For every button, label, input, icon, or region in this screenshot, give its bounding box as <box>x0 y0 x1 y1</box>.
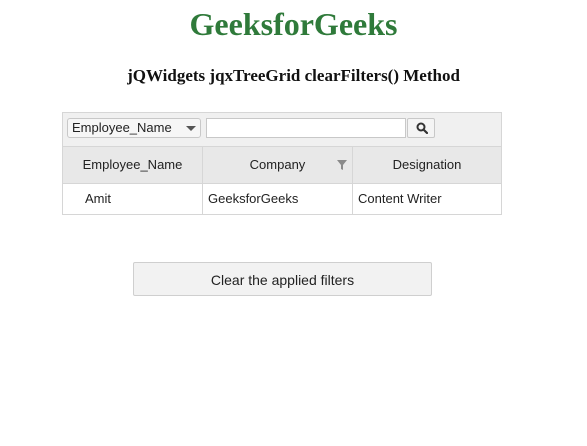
table-row[interactable]: Amit GeeksforGeeks Content Writer <box>63 184 501 214</box>
clear-filters-button[interactable]: Clear the applied filters <box>133 262 432 296</box>
chevron-down-icon <box>186 126 196 131</box>
search-icon <box>416 122 428 134</box>
filter-search-input[interactable] <box>206 118 406 138</box>
grid-header: Employee_Name Company Designation <box>63 147 501 184</box>
tree-grid: Employee_Name Employee_Name Company Desi… <box>62 112 502 215</box>
column-header-employee-name[interactable]: Employee_Name <box>63 147 203 183</box>
table-cell-employee-name: Amit <box>63 184 203 214</box>
filter-bar: Employee_Name <box>63 113 501 147</box>
filter-column-value: Employee_Name <box>72 120 172 135</box>
filter-icon[interactable] <box>336 159 348 171</box>
column-header-designation[interactable]: Designation <box>353 147 501 183</box>
search-button[interactable] <box>407 118 435 138</box>
column-header-label: Employee_Name <box>82 157 183 172</box>
table-cell-company: GeeksforGeeks <box>203 184 353 214</box>
table-cell-designation: Content Writer <box>358 191 442 206</box>
page-title: GeeksforGeeks <box>189 6 398 42</box>
column-header-company[interactable]: Company <box>203 147 353 183</box>
filter-column-dropdown[interactable]: Employee_Name <box>67 118 201 138</box>
column-header-label: Designation <box>392 157 462 172</box>
page-subtitle: jQWidgets jqxTreeGrid clearFilters() Met… <box>127 66 460 85</box>
column-header-label: Company <box>249 157 306 172</box>
